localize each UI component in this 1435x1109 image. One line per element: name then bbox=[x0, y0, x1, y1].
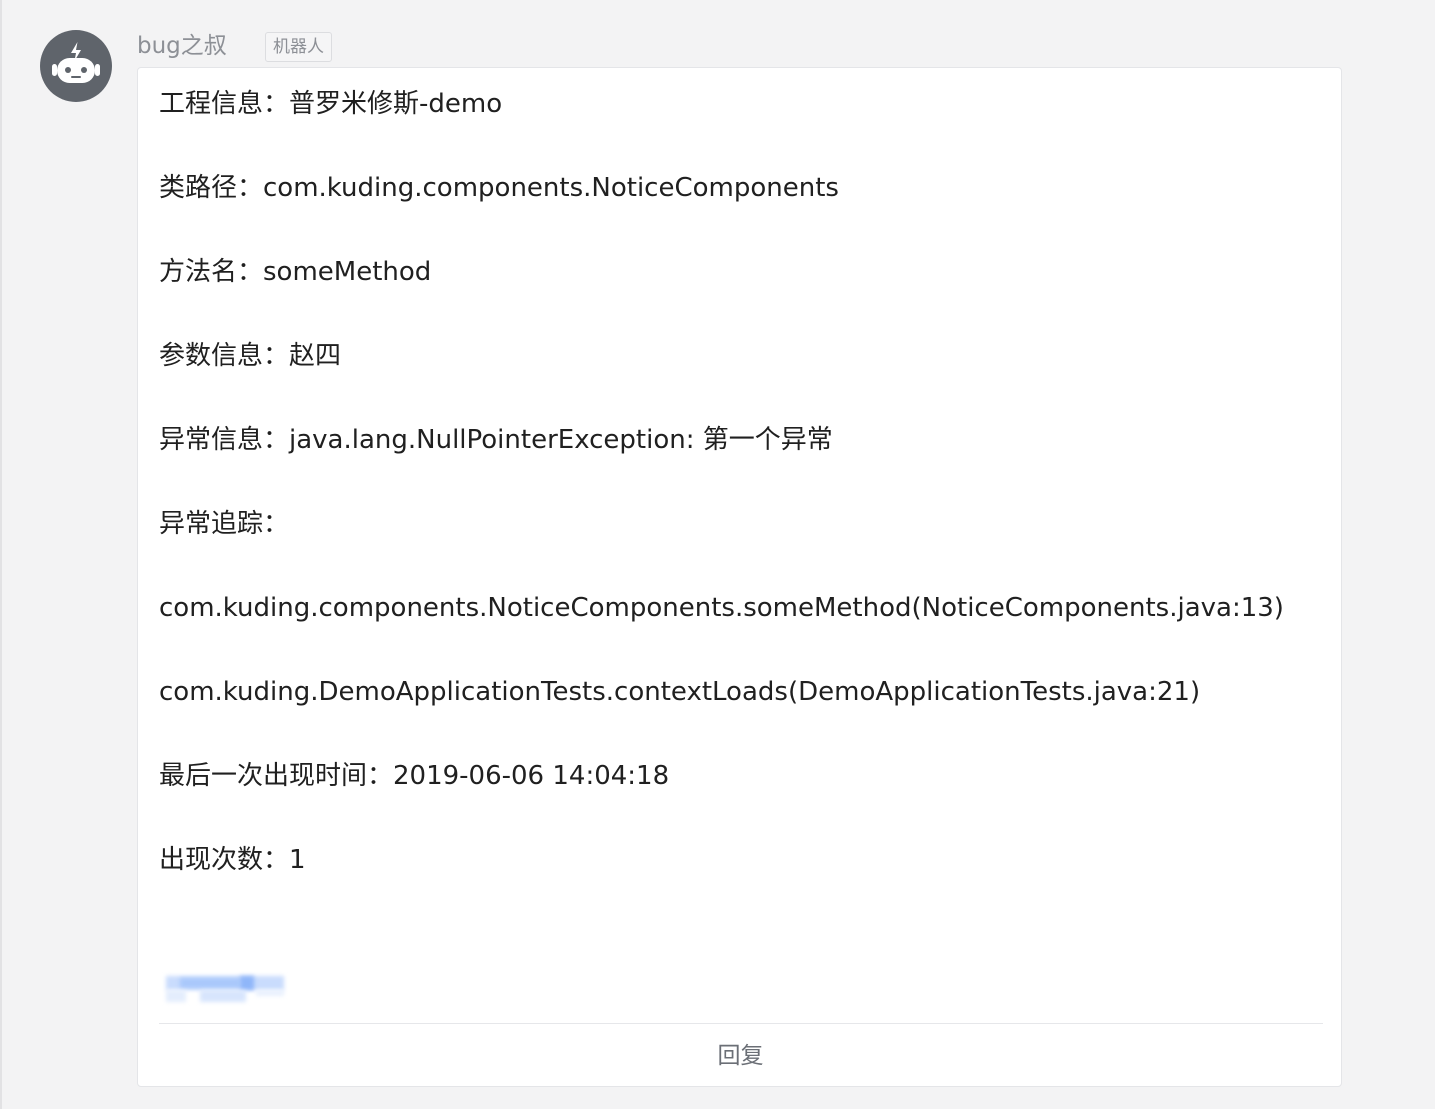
message-card: 工程信息：普罗米修斯-demo 类路径：com.kuding.component… bbox=[137, 67, 1342, 1087]
avatar[interactable] bbox=[40, 30, 112, 102]
reply-button[interactable]: 回复 bbox=[138, 1034, 1343, 1078]
robot-badge: 机器人 bbox=[265, 32, 332, 62]
message-line-class-path: 类路径：com.kuding.components.NoticeComponen… bbox=[159, 173, 839, 203]
message-line-trace-header: 异常追踪： bbox=[159, 509, 290, 539]
message-line-params: 参数信息：赵四 bbox=[159, 341, 342, 371]
message-line-last-seen: 最后一次出现时间：2019-06-06 14:04:18 bbox=[159, 761, 670, 791]
sender-name[interactable]: bug之叔 bbox=[137, 30, 227, 62]
window-left-edge bbox=[0, 0, 2, 1109]
blurred-mention bbox=[152, 974, 284, 1004]
message-line-count: 出现次数：1 bbox=[159, 845, 306, 875]
divider bbox=[159, 1023, 1323, 1024]
message-line-trace-1: com.kuding.components.NoticeComponents.s… bbox=[159, 593, 1284, 623]
message-line-method: 方法名：someMethod bbox=[159, 257, 432, 287]
robot-icon bbox=[52, 42, 100, 83]
message-line-trace-2: com.kuding.DemoApplicationTests.contextL… bbox=[159, 677, 1201, 707]
message-line-project: 工程信息：普罗米修斯-demo bbox=[159, 89, 503, 119]
message-line-exception: 异常信息：java.lang.NullPointerException: 第一个… bbox=[159, 425, 833, 455]
